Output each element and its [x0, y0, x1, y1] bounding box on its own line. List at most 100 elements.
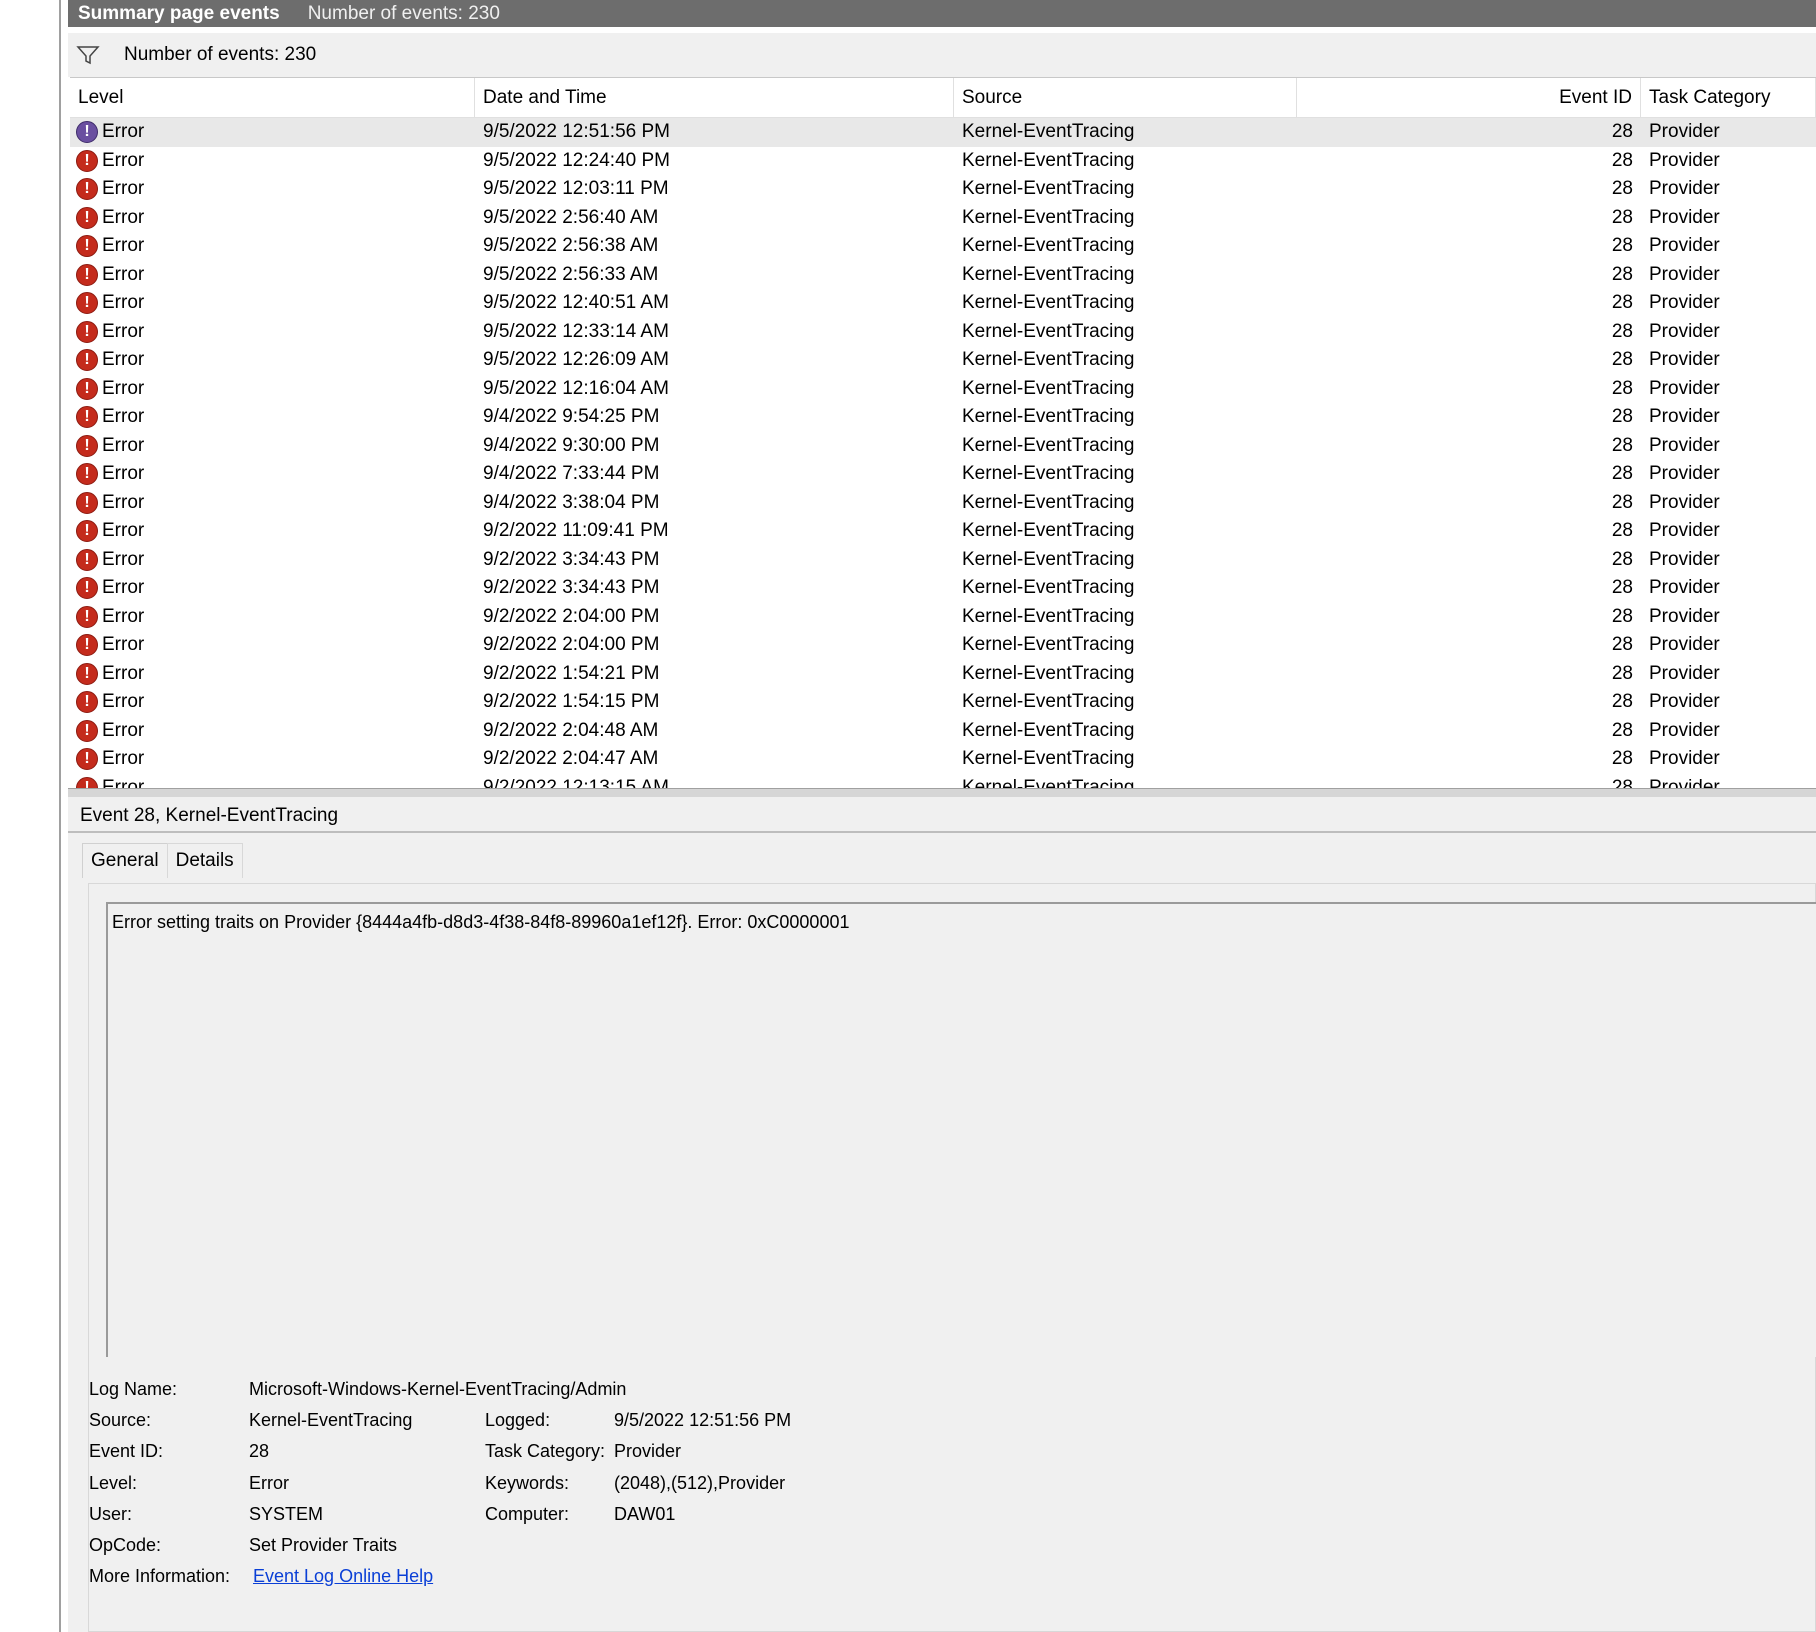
- error-icon: !: [76, 320, 98, 343]
- source-value: Kernel-EventTracing: [249, 1410, 413, 1430]
- row-source-cell: Kernel-EventTracing: [962, 776, 1135, 788]
- row-level-cell: ! Error: [70, 491, 475, 514]
- error-icon: !: [76, 178, 98, 201]
- table-row[interactable]: ! Error 9/5/2022 2:56:38 AM Kernel-EventTra…: [70, 232, 1816, 261]
- table-row[interactable]: ! Error 9/2/2022 3:34:43 PM Kernel-EventTra…: [70, 574, 1816, 603]
- row-level-cell: ! Error: [70, 406, 475, 429]
- table-row[interactable]: ! Error 9/5/2022 12:33:14 AM Kernel-EventTr…: [70, 318, 1816, 347]
- error-icon: !: [76, 605, 98, 628]
- row-source-cell: Kernel-EventTracing: [962, 292, 1135, 314]
- row-level-text: Error: [102, 320, 145, 342]
- row-event-id-cell: 28: [1611, 491, 1633, 513]
- keywords-label: Keywords:: [485, 1473, 570, 1493]
- table-row[interactable]: ! Error 9/2/2022 2:04:48 AM Kernel-EventTra…: [70, 717, 1816, 746]
- event-description-box[interactable]: Error setting traits on Provider {8444a4…: [106, 902, 1816, 1357]
- row-task-category-cell: Provider: [1649, 235, 1720, 257]
- table-row[interactable]: ! Error 9/5/2022 12:40:51 AM Kernel-EventTr…: [70, 289, 1816, 318]
- table-row[interactable]: ! Error 9/2/2022 2:04:47 AM Kernel-EventTra…: [70, 745, 1816, 774]
- row-date-cell: 9/2/2022 3:34:43 PM: [483, 577, 660, 599]
- user-label: User:: [89, 1504, 133, 1524]
- row-level-text: Error: [102, 491, 145, 513]
- table-row[interactable]: ! Error 9/5/2022 12:03:11 PM Kernel-EventTr…: [70, 175, 1816, 204]
- table-row[interactable]: ! Error 9/4/2022 9:30:00 PM Kernel-EventTra…: [70, 432, 1816, 461]
- grid-header: Level Date and Time Source Event ID Task…: [70, 78, 1816, 118]
- tab-general[interactable]: General: [82, 843, 168, 878]
- row-date-cell: 9/2/2022 2:04:00 PM: [483, 605, 660, 627]
- row-source-cell: Kernel-EventTracing: [962, 349, 1135, 371]
- row-level-text: Error: [102, 719, 145, 741]
- row-level-cell: ! Error: [70, 377, 475, 400]
- pane-splitter[interactable]: [68, 788, 1816, 797]
- row-level-text: Error: [102, 377, 145, 399]
- row-level-text: Error: [102, 520, 145, 542]
- column-header-event-id[interactable]: Event ID: [1297, 78, 1641, 118]
- row-level-cell: ! Error: [70, 434, 475, 457]
- opcode-value: Set Provider Traits: [249, 1535, 398, 1555]
- row-level-text: Error: [102, 748, 145, 770]
- table-row[interactable]: ! Error 9/5/2022 12:26:09 AM Kernel-EventTr…: [70, 346, 1816, 375]
- keywords-value: (2048),(512),Provider: [614, 1473, 786, 1493]
- event-description: Error setting traits on Provider {8444a4…: [112, 912, 850, 932]
- table-row[interactable]: ! Error 9/5/2022 2:56:33 AM Kernel-EventTra…: [70, 261, 1816, 290]
- level-label: Level:: [89, 1473, 138, 1493]
- column-header-level[interactable]: Level: [70, 78, 475, 118]
- row-level-text: Error: [102, 406, 145, 428]
- summary-titlebar: Summary page events Number of events: 23…: [68, 0, 1816, 27]
- row-level-cell: ! Error: [70, 263, 475, 286]
- row-level-cell: ! Error: [70, 178, 475, 201]
- column-header-date[interactable]: Date and Time: [475, 78, 954, 118]
- row-event-id-cell: 28: [1611, 691, 1633, 713]
- table-row[interactable]: ! Error 9/2/2022 2:04:00 PM Kernel-EventTra…: [70, 631, 1816, 660]
- event-log-online-help-link[interactable]: Event Log Online Help: [253, 1566, 433, 1587]
- row-task-category-cell: Provider: [1649, 520, 1720, 542]
- error-icon: !: [76, 491, 98, 514]
- row-task-category-cell: Provider: [1649, 662, 1720, 684]
- table-row[interactable]: ! Error 9/5/2022 12:51:56 PM Kernel-EventTr…: [70, 118, 1816, 147]
- row-date-cell: 9/5/2022 12:26:09 AM: [483, 349, 669, 371]
- row-level-cell: ! Error: [70, 719, 475, 742]
- error-icon: !: [76, 292, 98, 315]
- row-task-category-cell: Provider: [1649, 577, 1720, 599]
- table-row[interactable]: ! Error 9/5/2022 2:56:40 AM Kernel-EventTra…: [70, 204, 1816, 233]
- source-label: Source:: [89, 1410, 152, 1430]
- row-event-id-cell: 28: [1611, 662, 1633, 684]
- row-task-category-cell: Provider: [1649, 206, 1720, 228]
- error-icon: !: [76, 548, 98, 571]
- row-date-cell: 9/2/2022 1:54:15 PM: [483, 691, 660, 713]
- filter-event-count: Number of events: 230: [124, 44, 317, 65]
- tab-details[interactable]: Details: [166, 843, 243, 878]
- table-row[interactable]: ! Error 9/2/2022 1:54:21 PM Kernel-EventTra…: [70, 660, 1816, 689]
- row-date-cell: 9/5/2022 2:56:38 AM: [483, 235, 659, 257]
- column-header-source[interactable]: Source: [954, 78, 1297, 118]
- row-event-id-cell: 28: [1611, 463, 1633, 485]
- table-row[interactable]: ! Error 9/2/2022 3:34:43 PM Kernel-EventTra…: [70, 546, 1816, 575]
- row-level-text: Error: [102, 292, 145, 314]
- table-row[interactable]: ! Error 9/4/2022 9:54:25 PM Kernel-EventTra…: [70, 403, 1816, 432]
- row-level-text: Error: [102, 349, 145, 371]
- error-icon: !: [76, 235, 98, 258]
- row-date-cell: 9/2/2022 3:34:43 PM: [483, 548, 660, 570]
- filter-funnel-icon[interactable]: [76, 45, 100, 65]
- table-row[interactable]: ! Error 9/2/2022 2:04:00 PM Kernel-EventTra…: [70, 603, 1816, 632]
- column-header-task-category[interactable]: Task Category: [1641, 78, 1816, 118]
- event-detail-pane: Event 28, Kernel-EventTracing General De…: [68, 797, 1816, 1632]
- table-row[interactable]: ! Error 9/5/2022 12:16:04 AM Kernel-EventTr…: [70, 375, 1816, 404]
- error-icon: !: [76, 634, 98, 657]
- row-date-cell: 9/2/2022 1:54:21 PM: [483, 662, 660, 684]
- row-level-cell: ! Error: [70, 605, 475, 628]
- row-task-category-cell: Provider: [1649, 463, 1720, 485]
- error-icon: !: [76, 776, 98, 788]
- table-row[interactable]: ! Error 9/4/2022 3:38:04 PM Kernel-EventTra…: [70, 489, 1816, 518]
- table-row[interactable]: ! Error 9/5/2022 12:24:40 PM Kernel-EventTr…: [70, 147, 1816, 176]
- table-row[interactable]: ! Error 9/2/2022 12:13:15 AM Kernel-EventTr…: [70, 774, 1816, 788]
- table-row[interactable]: ! Error 9/2/2022 1:54:15 PM Kernel-EventTra…: [70, 688, 1816, 717]
- table-row[interactable]: ! Error 9/2/2022 11:09:41 PM Kernel-EventTr…: [70, 517, 1816, 546]
- row-level-cell: ! Error: [70, 235, 475, 258]
- row-level-cell: ! Error: [70, 748, 475, 771]
- row-date-cell: 9/2/2022 2:04:48 AM: [483, 719, 659, 741]
- row-level-text: Error: [102, 577, 145, 599]
- row-level-text: Error: [102, 434, 145, 456]
- table-row[interactable]: ! Error 9/4/2022 7:33:44 PM Kernel-EventTra…: [70, 460, 1816, 489]
- row-event-id-cell: 28: [1611, 178, 1633, 200]
- general-tab-body: Error setting traits on Provider {8444a4…: [88, 883, 1816, 1632]
